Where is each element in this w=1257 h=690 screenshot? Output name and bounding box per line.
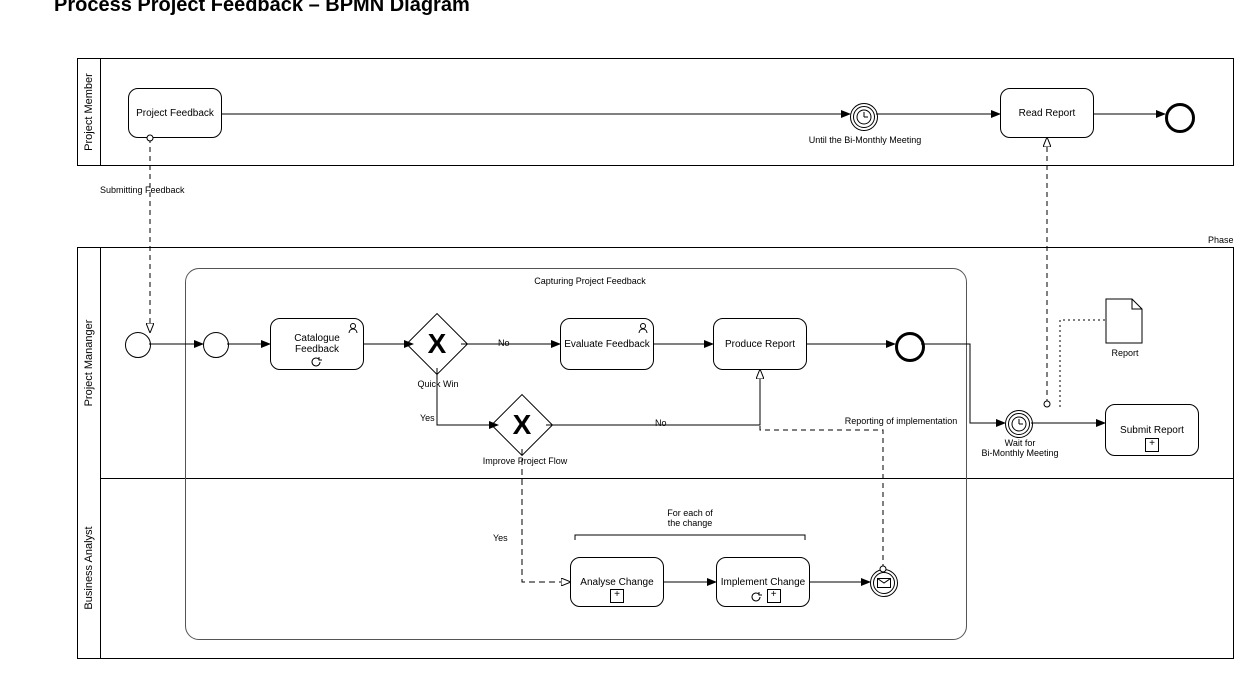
subprocess-icon: + xyxy=(610,589,624,603)
msg-reporting: Reporting of implementation xyxy=(826,416,976,426)
task-produce-report: Produce Report xyxy=(713,318,807,370)
edge-no-2: No xyxy=(655,418,667,428)
user-icon xyxy=(347,322,359,334)
task-project-feedback: Project Feedback xyxy=(128,88,222,138)
gateway2-label: Improve Project Flow xyxy=(470,456,580,466)
gateway-quick-win: X xyxy=(415,322,459,366)
user-icon xyxy=(637,322,649,334)
task-evaluate-feedback: Evaluate Feedback xyxy=(560,318,654,370)
gateway1-label: Quick Win xyxy=(408,379,468,389)
phase-label: Phase xyxy=(1208,235,1234,245)
end-event-member xyxy=(1165,103,1195,133)
subprocess-icon: + xyxy=(1145,438,1159,452)
task-submit-report: Submit Report + xyxy=(1105,404,1199,456)
diagram-title: Process Project Feedback – BPMN Diagram xyxy=(54,0,470,17)
task-implement-change: Implement Change + xyxy=(716,557,810,607)
lane-label-ba: Business Analyst xyxy=(78,478,101,658)
start-event-inner xyxy=(203,332,229,358)
artifact-report-label: Report xyxy=(1100,348,1150,358)
artifact-report xyxy=(1105,298,1143,349)
foreach-label: For each of the change xyxy=(640,508,740,528)
end-event-inner xyxy=(895,332,925,362)
timer2-label: Wait for Bi-Monthly Meeting xyxy=(975,438,1065,458)
message-end-event xyxy=(870,569,898,597)
group-title: Capturing Project Feedback xyxy=(500,276,680,286)
msg-submitting-feedback: Submitting Feedback xyxy=(100,185,220,195)
task-read-report: Read Report xyxy=(1000,88,1094,138)
timer-label-1: Until the Bi-Monthly Meeting xyxy=(790,135,940,145)
task-analyse-change: Analyse Change + xyxy=(570,557,664,607)
edge-yes-1: Yes xyxy=(420,413,435,423)
lane-label-pm: Project Mananger xyxy=(78,248,101,478)
gateway-improve-flow: X xyxy=(500,403,544,447)
edge-no-1: No xyxy=(498,338,510,348)
lane-label-project-member: Project Member xyxy=(78,59,101,165)
task-catalogue-feedback: Catalogue Feedback xyxy=(270,318,364,370)
loop-icon xyxy=(750,591,764,603)
timer-event-wait xyxy=(1005,410,1033,438)
loop-icon xyxy=(310,357,324,367)
subprocess-icon: + xyxy=(767,589,781,603)
start-event-pm xyxy=(125,332,151,358)
timer-event-bimonthly xyxy=(850,103,878,131)
edge-yes-2: Yes xyxy=(493,533,508,543)
